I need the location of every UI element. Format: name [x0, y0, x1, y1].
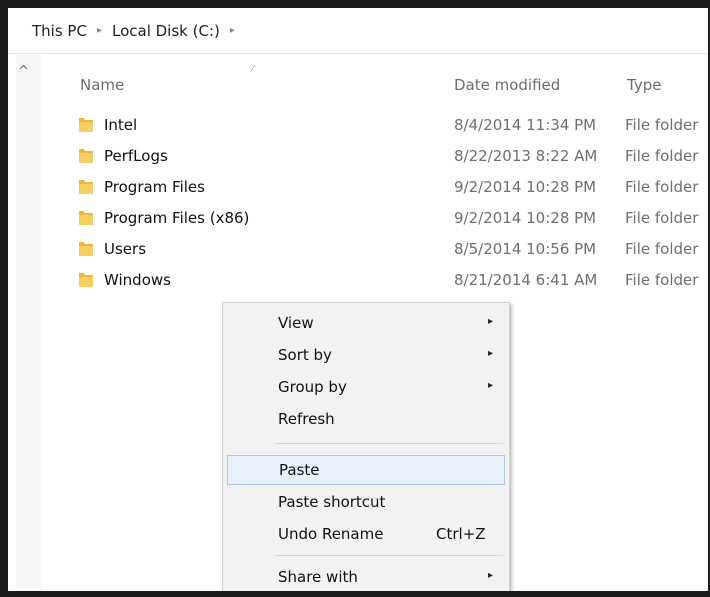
column-header-type[interactable]: Type	[627, 76, 661, 94]
chevron-right-icon: ▸	[488, 348, 494, 359]
folder-type: File folder	[625, 147, 699, 165]
menu-item-label: View	[278, 314, 314, 332]
menu-item-label: Paste shortcut	[278, 493, 386, 511]
menu-item-share-with[interactable]: Share with ▸	[223, 562, 509, 591]
folder-date-modified: 9/2/2014 10:28 PM	[454, 209, 597, 227]
folder-icon	[79, 118, 93, 132]
folder-name: Program Files	[104, 178, 205, 196]
menu-item-undo-rename[interactable]: Undo Rename Ctrl+Z	[223, 519, 509, 549]
folder-date-modified: 8/21/2014 6:41 AM	[454, 271, 598, 289]
folder-name: Intel	[104, 116, 138, 134]
folder-type: File folder	[625, 209, 699, 227]
menu-item-paste[interactable]: Paste	[227, 455, 505, 485]
breadcrumb: This PC ▸ Local Disk (C:) ▸	[8, 8, 708, 54]
folder-name: Windows	[104, 271, 171, 289]
folder-icon	[79, 211, 93, 225]
folder-type: File folder	[625, 240, 699, 258]
column-header-row: ⁄ Name Date modified Type	[8, 64, 708, 100]
keyboard-shortcut: Ctrl+Z	[436, 525, 486, 543]
menu-item-sort-by[interactable]: Sort by ▸	[223, 340, 509, 370]
menu-separator	[275, 443, 503, 444]
breadcrumb-local-disk[interactable]: Local Disk (C:)	[112, 22, 220, 40]
column-header-name[interactable]: Name	[80, 76, 124, 94]
folder-icon	[79, 180, 93, 194]
menu-item-paste-shortcut[interactable]: Paste shortcut	[223, 487, 509, 517]
menu-item-view[interactable]: View ▸	[223, 308, 509, 338]
folder-type: File folder	[625, 178, 699, 196]
folder-type: File folder	[625, 116, 699, 134]
folder-date-modified: 8/4/2014 11:34 PM	[454, 116, 597, 134]
list-item[interactable]: PerfLogs 8/22/2013 8:22 AM File folder	[8, 143, 708, 169]
list-item[interactable]: Program Files (x86) 9/2/2014 10:28 PM Fi…	[8, 205, 708, 231]
folder-date-modified: 8/5/2014 10:56 PM	[454, 240, 597, 258]
folder-icon	[79, 242, 93, 256]
chevron-right-icon: ▸	[488, 570, 494, 581]
list-item[interactable]: Intel 8/4/2014 11:34 PM File folder	[8, 112, 708, 138]
chevron-right-icon: ▸	[488, 380, 494, 391]
folder-type: File folder	[625, 271, 699, 289]
list-item[interactable]: Windows 8/21/2014 6:41 AM File folder	[8, 267, 708, 293]
menu-item-refresh[interactable]: Refresh	[223, 404, 509, 434]
breadcrumb-separator-icon[interactable]: ▸	[97, 25, 102, 36]
folder-name: Users	[104, 240, 147, 258]
menu-item-label: Sort by	[278, 346, 332, 364]
list-item[interactable]: Users 8/5/2014 10:56 PM File folder	[8, 236, 708, 262]
explorer-window: This PC ▸ Local Disk (C:) ▸ ^ ⁄ Name Dat…	[8, 8, 708, 591]
folder-icon	[79, 149, 93, 163]
column-header-date-modified[interactable]: Date modified	[454, 76, 560, 94]
menu-item-label: Group by	[278, 378, 347, 396]
menu-separator	[275, 555, 503, 556]
list-item[interactable]: Program Files 9/2/2014 10:28 PM File fol…	[8, 174, 708, 200]
menu-item-label: Paste	[279, 461, 320, 479]
menu-item-label: Share with	[278, 568, 358, 586]
folder-date-modified: 8/22/2013 8:22 AM	[454, 147, 598, 165]
breadcrumb-separator-icon[interactable]: ▸	[230, 25, 235, 36]
folder-icon	[79, 273, 93, 287]
chevron-right-icon: ▸	[488, 316, 494, 327]
context-menu: View ▸ Sort by ▸ Group by ▸ Refresh Past…	[222, 302, 510, 591]
folder-name: PerfLogs	[104, 147, 168, 165]
folder-name: Program Files (x86)	[104, 209, 250, 227]
menu-item-label: Undo Rename	[278, 525, 384, 543]
breadcrumb-this-pc[interactable]: This PC	[32, 22, 87, 40]
folder-date-modified: 9/2/2014 10:28 PM	[454, 178, 597, 196]
menu-item-group-by[interactable]: Group by ▸	[223, 372, 509, 402]
menu-item-label: Refresh	[278, 410, 335, 428]
sort-indicator-icon: ⁄	[252, 64, 254, 75]
